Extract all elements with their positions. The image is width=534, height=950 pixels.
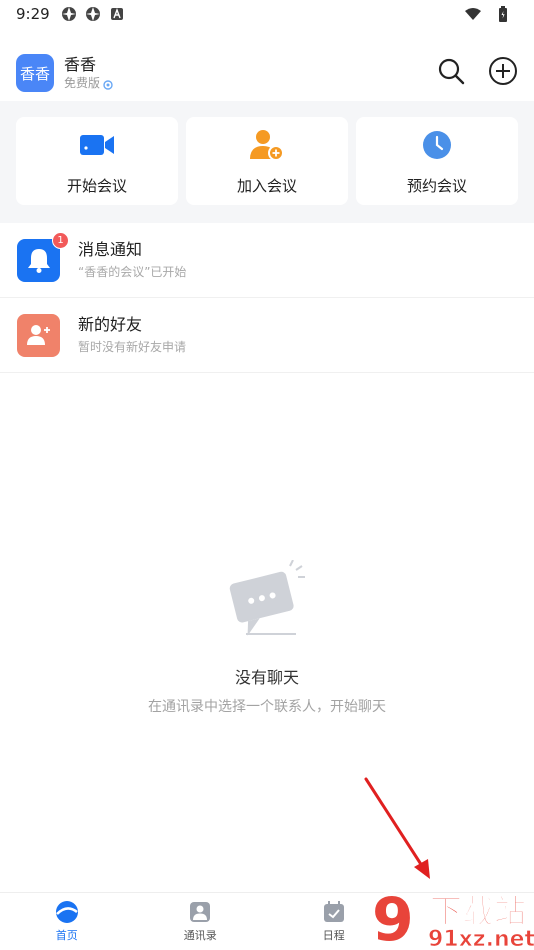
empty-chat-state: 没有聊天 在通讯录中选择一个联系人，开始聊天 — [0, 559, 534, 716]
status-time: 9:29 — [16, 5, 50, 23]
video-camera-icon — [79, 127, 115, 163]
home-icon — [55, 900, 79, 924]
search-icon — [437, 57, 465, 89]
nav-hidden-slot[interactable] — [401, 893, 534, 950]
empty-state-title: 没有聊天 — [234, 668, 299, 687]
add-button[interactable] — [488, 56, 518, 90]
bottom-navigation: 首页 通讯录 日程 — [0, 892, 534, 950]
calendar-icon — [322, 900, 346, 924]
add-circle-icon — [488, 56, 518, 90]
start-meeting-label: 开始会议 — [66, 176, 127, 195]
contacts-icon — [188, 900, 212, 924]
nav-schedule[interactable]: 日程 — [267, 893, 401, 950]
conversation-list: 1 消息通知 “香香的会议”已开始 新的好友 暂时没有新好友申请 — [0, 223, 534, 373]
nav-home-label: 首页 — [55, 929, 78, 942]
app-icon — [108, 5, 126, 23]
nav-contacts-label: 通讯录 — [183, 929, 217, 942]
aperture-icon — [60, 5, 78, 23]
bell-icon: 1 — [17, 231, 69, 282]
add-person-icon — [249, 127, 285, 163]
unread-badge: 1 — [52, 231, 69, 249]
plan-badge-icon — [103, 78, 113, 90]
battery-icon — [494, 5, 512, 23]
header-actions — [436, 56, 518, 90]
schedule-meeting-label: 预约会议 — [406, 176, 467, 195]
status-bar: 9:29 — [0, 0, 534, 28]
list-item-title: 新的好友 — [78, 315, 143, 334]
user-name: 香香 — [64, 55, 97, 74]
quick-actions-panel: 开始会议 加入会议 预约会议 — [0, 101, 534, 223]
nav-home[interactable]: 首页 — [0, 893, 134, 950]
start-meeting-button[interactable]: 开始会议 — [16, 117, 178, 205]
user-plan: 免费版 — [64, 75, 113, 91]
list-item-text: 消息通知 “香香的会议”已开始 — [78, 239, 186, 281]
list-item-subtitle: 暂时没有新好友申请 — [78, 340, 187, 354]
schedule-meeting-button[interactable]: 预约会议 — [356, 117, 518, 205]
annotation-arrow-icon — [364, 777, 430, 879]
search-button[interactable] — [436, 58, 466, 88]
list-item-subtitle: “香香的会议”已开始 — [78, 265, 187, 279]
join-meeting-button[interactable]: 加入会议 — [186, 117, 348, 205]
clock-icon — [419, 127, 455, 163]
empty-chat-illustration-icon — [222, 559, 312, 644]
avatar[interactable]: 香香 — [16, 54, 54, 92]
add-friend-icon — [17, 313, 60, 357]
app-header: 香香 香香 免费版 — [0, 45, 534, 101]
nav-schedule-label: 日程 — [322, 929, 345, 942]
list-item-title: 消息通知 — [78, 240, 143, 259]
avatar-text: 香香 — [19, 64, 50, 83]
plan-label: 免费版 — [64, 76, 101, 90]
nav-contacts[interactable]: 通讯录 — [134, 893, 268, 950]
aperture-icon — [84, 5, 102, 23]
empty-state-subtitle: 在通讯录中选择一个联系人，开始聊天 — [148, 699, 386, 715]
join-meeting-label: 加入会议 — [236, 176, 297, 195]
list-item-new-friends[interactable]: 新的好友 暂时没有新好友申请 — [0, 298, 534, 373]
user-info[interactable]: 香香 免费版 — [64, 55, 113, 91]
wifi-icon — [464, 5, 482, 23]
list-item-notifications[interactable]: 1 消息通知 “香香的会议”已开始 — [0, 223, 534, 298]
list-item-text: 新的好友 暂时没有新好友申请 — [78, 314, 186, 356]
